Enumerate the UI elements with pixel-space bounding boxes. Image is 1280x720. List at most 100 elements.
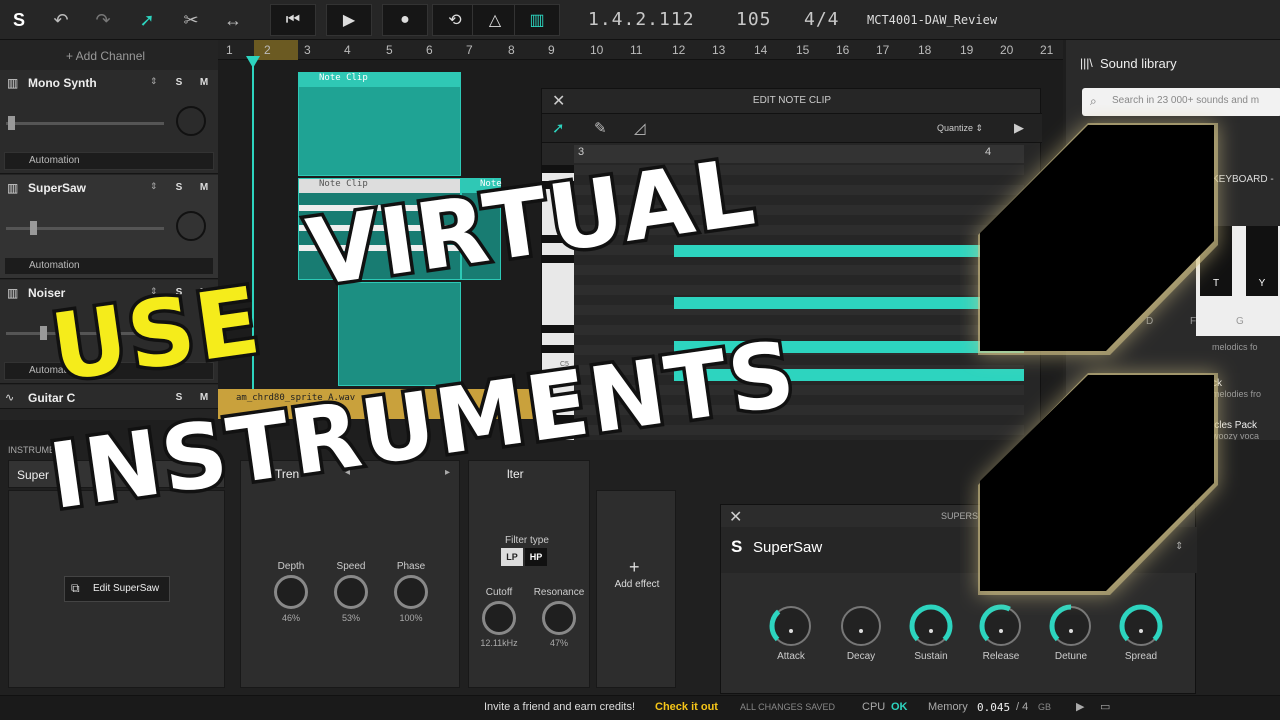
pan-knob[interactable] <box>176 211 206 241</box>
save-status: ALL CHANGES SAVED <box>740 702 836 712</box>
knob-label: Phase <box>396 561 426 572</box>
chat-icon[interactable]: ▭ <box>1100 700 1110 713</box>
volume-handle[interactable] <box>40 326 47 340</box>
track-menu-icon[interactable]: ⇕ <box>150 181 158 192</box>
close-icon[interactable]: ✕ <box>729 507 742 527</box>
version-display: 1.4.2.112 <box>588 9 695 30</box>
undo-icon[interactable]: ↶ <box>46 6 76 34</box>
knob-value: 53% <box>341 613 360 623</box>
top-toolbar: S ↶ ↷ ➚ ✂ ↔ ⏮ ▶ ● ⟲ △ ▥ 1.4.2.112 105 4/… <box>0 0 1280 40</box>
knob-depth[interactable] <box>274 575 308 609</box>
velocity-icon[interactable]: ◿ <box>634 119 646 137</box>
lp-button[interactable]: LP <box>501 548 523 566</box>
add-effect-label: Add effect <box>614 579 660 590</box>
check-it-out-link[interactable]: Check it out <box>655 701 718 713</box>
volume-handle[interactable] <box>30 221 37 235</box>
ruler-number: 3 <box>304 43 311 57</box>
track-mono-synth: ▥ Mono Synth ⇕ S M Automation <box>0 70 218 174</box>
cpu-label: CPU <box>862 701 886 713</box>
timeline-ruler[interactable]: 1 2 3 4 5 6 7 8 9 10 11 12 13 14 15 16 17 18 19 20 21 <box>218 40 1063 60</box>
instrument-name: Super <box>17 468 50 482</box>
status-bar: Invite a friend and earn credits! Check … <box>0 695 1280 720</box>
solo-button[interactable]: S <box>168 72 190 92</box>
track-name[interactable]: Mono Synth <box>28 76 97 90</box>
library-icon: |||\ <box>1080 56 1093 70</box>
resonance-knob[interactable] <box>542 601 576 635</box>
loop-region[interactable] <box>254 40 298 60</box>
add-channel-button[interactable]: + Add Channel <box>66 49 145 63</box>
piano-icon: ▥ <box>7 181 19 195</box>
clip-title: Note Clip <box>299 73 460 87</box>
ruler-number: 5 <box>386 43 393 57</box>
time-signature[interactable]: 4/4 <box>804 9 840 30</box>
knob-phase[interactable] <box>394 575 428 609</box>
solo-button[interactable]: S <box>168 387 190 407</box>
record-button[interactable]: ● <box>382 4 428 36</box>
mute-button[interactable]: M <box>193 177 215 197</box>
app-logo-icon: S <box>12 9 25 30</box>
knob-label: Detune <box>1054 651 1088 662</box>
solo-button[interactable]: S <box>168 177 190 197</box>
ruler-number: 19 <box>960 43 974 57</box>
ruler-number: 21 <box>1040 43 1054 57</box>
effect-title: lter <box>507 467 524 481</box>
volume-handle[interactable] <box>8 116 15 130</box>
knob-decay[interactable] <box>836 601 886 651</box>
automation-select[interactable]: Automation <box>4 152 214 170</box>
invite-text: Invite a friend and earn credits! <box>484 701 636 713</box>
track-name[interactable]: SuperSaw <box>28 181 86 195</box>
memory-unit: GB <box>1038 702 1052 712</box>
ruler-number: 18 <box>918 43 932 57</box>
knob-label: Decay <box>846 651 876 662</box>
note-clip[interactable]: Note Clip <box>298 72 461 176</box>
resonance-label: Resonance <box>533 587 585 598</box>
add-effect-slot[interactable]: + Add effect <box>596 490 676 688</box>
ruler-number: 16 <box>836 43 850 57</box>
pan-knob[interactable] <box>176 106 206 136</box>
external-link-icon: ⧉ <box>71 581 80 595</box>
knob-value: 100% <box>399 613 423 623</box>
ruler-number: 6 <box>426 43 433 57</box>
volume-slider[interactable] <box>6 122 164 125</box>
stretch-icon[interactable]: ↔ <box>218 6 248 34</box>
track-supersaw: ▥ SuperSaw ⇕ S M Automation <box>0 175 218 279</box>
playhead-handle[interactable] <box>246 56 260 68</box>
keyboard-button[interactable]: ▥ <box>514 4 560 36</box>
knob-value: 46% <box>281 613 300 623</box>
hp-button[interactable]: HP <box>525 548 547 566</box>
track-menu-icon[interactable]: ⇕ <box>150 76 158 87</box>
synth-logo-icon: S <box>731 537 743 556</box>
automation-select[interactable]: Automation <box>4 257 214 275</box>
redo-icon[interactable]: ↷ <box>88 6 118 34</box>
edit-supersaw-label: Edit SuperSaw <box>93 583 160 594</box>
pointer-tool-icon[interactable]: ➚ <box>552 119 565 137</box>
knob-speed[interactable] <box>334 575 368 609</box>
memory-label: Memory <box>928 701 968 713</box>
scissors-icon[interactable]: ✂ <box>176 6 206 34</box>
play-icon[interactable]: ▶ <box>1076 700 1084 713</box>
black-key[interactable] <box>542 325 574 333</box>
knob-label: Spread <box>1124 651 1158 662</box>
ruler-number: 2 <box>264 43 271 57</box>
key-y[interactable]: Y <box>1246 226 1278 296</box>
waveform-icon: ∿ <box>5 392 15 404</box>
rewind-button[interactable]: ⏮ <box>270 4 316 36</box>
automation-label: Automation <box>29 155 80 166</box>
tempo-display[interactable]: 105 <box>736 9 772 30</box>
ruler-number: 4 <box>344 43 351 57</box>
knob-label: Depth <box>277 561 305 572</box>
pointer-tool-icon[interactable]: ➚ <box>132 6 162 34</box>
mute-button[interactable]: M <box>193 72 215 92</box>
filter-effect: lter Filter type LP HP Cutoff 12.11kHz R… <box>468 460 590 688</box>
knob-sustain[interactable] <box>906 601 956 651</box>
metronome-button[interactable]: △ <box>472 4 518 36</box>
cutoff-label: Cutoff <box>485 587 513 598</box>
cutoff-knob[interactable] <box>482 601 516 635</box>
ruler-number: 13 <box>712 43 726 57</box>
knob-label: Attack <box>777 651 805 662</box>
pencil-icon[interactable]: ✎ <box>594 119 607 137</box>
project-name[interactable]: MCT4001-DAW_Review <box>867 13 997 27</box>
knob-attack[interactable] <box>766 601 816 651</box>
edit-supersaw-button[interactable]: ⧉ Edit SuperSaw <box>64 576 170 602</box>
play-button[interactable]: ▶ <box>326 4 372 36</box>
